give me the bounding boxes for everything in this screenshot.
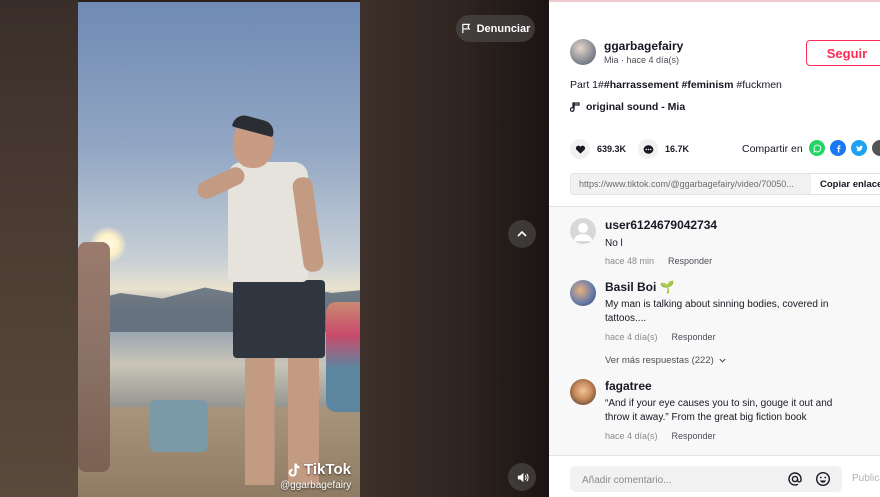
reply-button[interactable]: Responder: [672, 431, 716, 441]
comment-text: My man is talking about sinning bodies, …: [605, 299, 829, 324]
music-note-icon: [570, 101, 580, 112]
copy-link-button[interactable]: Copiar enlace: [811, 174, 880, 194]
flag-icon: [461, 23, 470, 34]
comment-input[interactable]: [580, 470, 774, 490]
sound-link[interactable]: original sound - Mia: [570, 101, 685, 113]
comment-author[interactable]: fagatree: [605, 379, 652, 393]
tiktok-watermark: TikTok @ggarbagefairy: [280, 461, 351, 491]
video-description: Part 1##harrassement #feminism #fuckmen: [570, 79, 782, 91]
previous-video-button[interactable]: [508, 220, 536, 248]
hashtag-fuckmen[interactable]: #fuckmen: [733, 79, 782, 91]
share-more-icon[interactable]: [872, 140, 880, 156]
report-label: Denunciar: [476, 22, 531, 35]
chevron-down-icon: [719, 358, 726, 363]
comment-avatar[interactable]: [570, 379, 596, 405]
comment-like[interactable]: 114: [875, 395, 880, 416]
beach-bag: [150, 400, 208, 452]
default-avatar-icon: [574, 223, 592, 241]
twitter-glyph-icon: [855, 145, 863, 151]
reply-button[interactable]: Responder: [672, 332, 716, 342]
volume-button[interactable]: [508, 463, 536, 491]
whatsapp-icon[interactable]: [809, 140, 825, 156]
comment-meta: hace 48 min Responder: [605, 256, 712, 266]
facebook-glyph-icon: [836, 144, 840, 153]
heart-icon: [575, 145, 585, 154]
emoji-icon[interactable]: [815, 471, 831, 487]
description-prefix: Part 1#: [570, 79, 604, 91]
comment-like[interactable]: [875, 234, 880, 246]
speaker-icon: [517, 472, 529, 482]
mention-icon[interactable]: [787, 471, 803, 487]
comment-input-box: [570, 466, 842, 492]
comment-count: 16.7K: [665, 144, 690, 154]
comment-time: hace 4 día(s): [605, 431, 658, 441]
comment-meta: hace 4 día(s) Responder: [605, 332, 716, 342]
like-stat[interactable]: 639.3K: [570, 139, 626, 159]
report-button[interactable]: Denunciar: [456, 15, 535, 42]
comment-avatar[interactable]: [570, 280, 596, 306]
comment-author[interactable]: user6124679042734: [605, 218, 717, 232]
comment-like[interactable]: 78: [875, 296, 880, 317]
video-blur-background-right: [360, 0, 549, 497]
chevron-up-icon: [517, 230, 527, 237]
video-blur-background-left: [0, 0, 78, 497]
video-link-box: https://www.tiktok.com/@ggarbagefairy/vi…: [570, 173, 880, 195]
watermark-text: TikTok: [304, 461, 351, 478]
watermark-logo: TikTok: [286, 461, 351, 478]
comment-stat[interactable]: 16.7K: [638, 139, 689, 159]
comment-text: No l: [605, 238, 623, 249]
view-more-replies[interactable]: Ver más respuestas (222): [605, 355, 727, 366]
man-shorts: [233, 280, 325, 358]
author-subline: Mia · hace 4 día(s): [604, 55, 680, 65]
video-player[interactable]: Denunciar TikTok @ggarbagefairy: [0, 0, 549, 497]
more-replies-label: Ver más respuestas (222): [605, 355, 714, 366]
share-label: Compartir en: [742, 143, 803, 155]
whatsapp-glyph-icon: [812, 144, 821, 153]
like-count: 639.3K: [597, 144, 627, 154]
video-frame[interactable]: [78, 2, 360, 497]
author-username[interactable]: ggarbagefairy: [604, 39, 683, 53]
input-divider: [549, 455, 880, 456]
comment-time: hace 48 min: [605, 256, 655, 266]
author-avatar[interactable]: [570, 39, 596, 65]
watermark-handle: @ggarbagefairy: [280, 480, 352, 491]
comment-author[interactable]: Basil Boi 🌱: [605, 280, 675, 294]
post-button[interactable]: Publicar: [852, 473, 880, 484]
person-right: [326, 302, 360, 412]
hashtag-harrassement[interactable]: #harrassement: [604, 79, 679, 91]
tiktok-logo-icon: [288, 462, 300, 477]
comment-text: “And if your eye causes you to sin, goug…: [605, 398, 833, 423]
panel-top-border: [549, 0, 880, 2]
comment-avatar[interactable]: [570, 218, 596, 244]
comment-dots-icon: [643, 144, 653, 154]
comment-meta: hace 4 día(s) Responder: [605, 431, 716, 441]
sound-label: original sound - Mia: [586, 101, 686, 113]
facebook-icon[interactable]: [830, 140, 846, 156]
comment-time: hace 4 día(s): [605, 332, 658, 342]
details-panel: ggarbagefairy Mia · hace 4 día(s) Seguir…: [549, 0, 880, 497]
follow-button[interactable]: Seguir: [806, 40, 880, 66]
comment-button[interactable]: [638, 139, 658, 159]
video-link-url[interactable]: https://www.tiktok.com/@ggarbagefairy/vi…: [579, 179, 804, 189]
reply-button[interactable]: Responder: [668, 256, 712, 266]
person-left: [78, 242, 110, 472]
like-button[interactable]: [570, 139, 590, 159]
twitter-icon[interactable]: [851, 140, 867, 156]
hashtag-feminism[interactable]: #feminism: [682, 79, 734, 91]
